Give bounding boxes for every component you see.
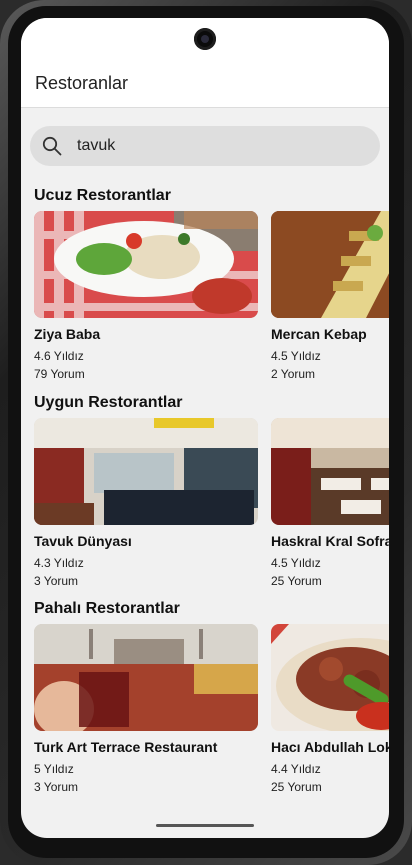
- restaurant-reviews: 25 Yorum: [271, 780, 322, 794]
- restaurant-rating: 4.5 Yıldız: [271, 556, 321, 570]
- restaurant-name: Ziya Baba: [34, 326, 101, 342]
- front-camera: [194, 28, 216, 50]
- restaurant-name: Haskral Kral Sofrası: [271, 533, 389, 549]
- restaurant-photo: [34, 211, 258, 318]
- restaurant-name: Mercan Kebap: [271, 326, 367, 342]
- restaurant-photo: [34, 624, 258, 731]
- restaurant-card[interactable]: Haskral Kral Sofrası 4.5 Yıldız 25 Yorum: [271, 418, 389, 588]
- section-heading: Pahalı Restorantlar: [34, 600, 180, 617]
- restaurant-reviews: 2 Yorum: [271, 367, 316, 381]
- card-row: Turk Art Terrace Restaurant 5 Yıldız 3 Y…: [34, 624, 389, 804]
- section-heading: Ucuz Restorantlar: [34, 187, 171, 204]
- restaurant-name: Hacı Abdullah Lokantası: [271, 739, 389, 755]
- phone-frame: Restoranlar tavuk Ucuz Restorantlar Ziya…: [0, 0, 412, 865]
- restaurant-reviews: 3 Yorum: [34, 780, 79, 794]
- restaurant-rating: 5 Yıldız: [34, 762, 74, 776]
- restaurant-card[interactable]: Hacı Abdullah Lokantası 4.4 Yıldız 25 Yo…: [271, 624, 389, 794]
- search-value[interactable]: tavuk: [77, 137, 115, 155]
- card-row: Ziya Baba 4.6 Yıldız 79 Yorum Mercan Keb…: [34, 211, 389, 391]
- restaurant-rating: 4.6 Yıldız: [34, 349, 84, 363]
- restaurant-photo: [271, 211, 389, 318]
- restaurant-rating: 4.3 Yıldız: [34, 556, 84, 570]
- restaurant-photo: [271, 418, 389, 525]
- app-bar: Restoranlar: [21, 18, 389, 108]
- restaurant-name: Tavuk Dünyası: [34, 533, 132, 549]
- restaurant-reviews: 79 Yorum: [34, 367, 85, 381]
- restaurant-photo: [34, 418, 258, 525]
- restaurant-reviews: 25 Yorum: [271, 574, 322, 588]
- app-screen: Restoranlar tavuk Ucuz Restorantlar Ziya…: [21, 18, 389, 838]
- restaurant-card[interactable]: Mercan Kebap 4.5 Yıldız 2 Yorum: [271, 211, 389, 381]
- restaurant-photo: [271, 624, 389, 731]
- restaurant-rating: 4.5 Yıldız: [271, 349, 321, 363]
- restaurant-card[interactable]: Turk Art Terrace Restaurant 5 Yıldız 3 Y…: [34, 624, 258, 794]
- restaurant-card[interactable]: Tavuk Dünyası 4.3 Yıldız 3 Yorum: [34, 418, 258, 588]
- restaurant-reviews: 3 Yorum: [34, 574, 79, 588]
- home-indicator[interactable]: [156, 824, 254, 827]
- card-row: Tavuk Dünyası 4.3 Yıldız 3 Yorum Haskral…: [34, 418, 389, 598]
- restaurant-card[interactable]: Ziya Baba 4.6 Yıldız 79 Yorum: [34, 211, 258, 381]
- search-icon: [42, 136, 62, 156]
- restaurant-name: Turk Art Terrace Restaurant: [34, 739, 218, 755]
- restaurant-rating: 4.4 Yıldız: [271, 762, 321, 776]
- page-title: Restoranlar: [35, 73, 129, 93]
- search-input[interactable]: tavuk: [30, 126, 380, 166]
- section-heading: Uygun Restorantlar: [34, 394, 183, 411]
